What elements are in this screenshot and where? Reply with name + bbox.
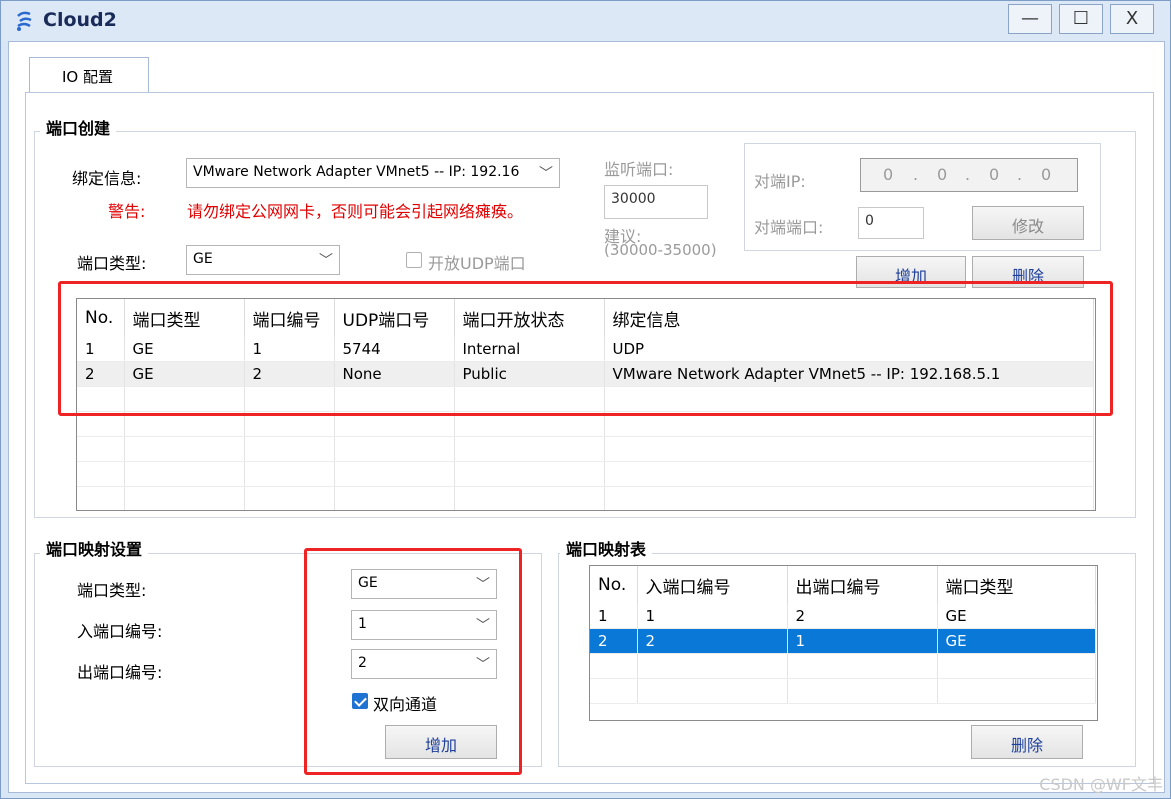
watermark: CSDN @WF文丰 [1039, 775, 1163, 794]
peer-ip-octet-4: 0 [1041, 165, 1052, 184]
highlight-box-port-table [58, 281, 1113, 416]
minimize-icon: — [1021, 8, 1039, 29]
peer-ip-input[interactable]: 0 . 0 . 0 . 0 [860, 158, 1078, 192]
listen-port-label: 监听端口: [604, 160, 674, 179]
mapping-port-type-label: 端口类型: [77, 581, 147, 600]
title-bar[interactable]: Cloud2 — ☐ X [1, 1, 1170, 41]
peer-ip-octet-2: 0 [937, 165, 948, 184]
empty-row [77, 436, 1094, 462]
warning-label: 警告: [108, 202, 146, 221]
port-creation-title: 端口创建 [40, 115, 117, 139]
window-title: Cloud2 [43, 9, 117, 31]
tab-io-config[interactable]: IO 配置 [29, 57, 149, 93]
close-button[interactable]: X [1110, 4, 1154, 34]
tab-panel: 端口创建 绑定信息: VMware Network Adapter VMnet5… [25, 92, 1154, 784]
tab-io-config-label: IO 配置 [62, 68, 113, 86]
modify-button[interactable]: 修改 [972, 206, 1084, 240]
bind-info-select[interactable]: VMware Network Adapter VMnet5 -- IP: 192… [186, 158, 560, 188]
cell: 2 [787, 604, 938, 629]
client-area: IO 配置 端口创建 绑定信息: VMware Network Adapter … [8, 41, 1165, 793]
peer-ip-label: 对端IP: [754, 172, 806, 191]
out-port-label: 出端口编号: [77, 663, 163, 682]
listen-port-input[interactable]: 30000 [604, 185, 708, 219]
delete-mapping-button[interactable]: 删除 [971, 725, 1083, 759]
peer-ip-dot: . [965, 165, 971, 184]
minimize-button[interactable]: — [1008, 4, 1052, 34]
cell: 2 [590, 628, 638, 654]
col-port-type[interactable]: 端口类型 [937, 566, 1096, 604]
delete-mapping-button-label: 删除 [1010, 736, 1043, 755]
port-type-select[interactable]: GE ﹀ [186, 245, 340, 275]
bind-info-label: 绑定信息: [72, 169, 142, 188]
maximize-button[interactable]: ☐ [1059, 4, 1103, 34]
suggest-range: (30000-35000) [604, 241, 717, 259]
cell: 1 [787, 628, 938, 654]
peer-ip-octet-3: 0 [989, 165, 1000, 184]
in-port-label: 入端口编号: [77, 622, 163, 641]
cloud-window: Cloud2 — ☐ X IO 配置 端口创建 绑定信息: VMware Net… [0, 0, 1171, 799]
mapping-settings-title: 端口映射设置 [40, 536, 149, 560]
chevron-down-icon: ﹀ [319, 253, 333, 269]
empty-row [77, 486, 1094, 510]
col-out-port[interactable]: 出端口编号 [787, 566, 938, 604]
open-udp-label: 开放UDP端口 [428, 254, 526, 273]
peer-port-label: 对端端口: [754, 218, 824, 237]
maximize-icon: ☐ [1072, 8, 1090, 29]
table-row[interactable]: 1 1 2 GE [590, 604, 1096, 629]
mapping-table-title: 端口映射表 [560, 536, 653, 560]
peer-ip-dot: . [1017, 165, 1023, 184]
port-type-label: 端口类型: [77, 254, 147, 273]
highlight-box-mapping-settings [304, 548, 522, 775]
cloud-app-icon [17, 11, 32, 31]
cell: 2 [637, 628, 788, 654]
bind-info-value: VMware Network Adapter VMnet5 -- IP: 192… [193, 164, 520, 180]
col-no[interactable]: No. [590, 566, 638, 604]
table-row-selected[interactable]: 2 2 1 GE [590, 628, 1096, 654]
peer-port-input[interactable]: 0 [858, 207, 924, 239]
empty-row [590, 678, 1096, 704]
peer-port-value: 0 [865, 213, 874, 229]
empty-row [77, 461, 1094, 487]
cell: 1 [637, 604, 788, 629]
close-icon: X [1125, 8, 1139, 29]
open-udp-checkbox[interactable] [406, 252, 422, 268]
mapping-table-header: No. 入端口编号 出端口编号 端口类型 [590, 566, 1096, 604]
cell: GE [937, 604, 1096, 629]
empty-row [590, 653, 1096, 679]
mapping-table: No. 入端口编号 出端口编号 端口类型 1 1 2 GE 2 2 1 GE [589, 565, 1098, 721]
listen-port-value: 30000 [611, 191, 656, 207]
peer-ip-octet-1: 0 [883, 165, 894, 184]
cell: 1 [590, 604, 638, 629]
warning-text: 请勿绑定公网网卡，否则可能会引起网络瘫痪。 [187, 202, 524, 221]
col-in-port[interactable]: 入端口编号 [637, 566, 788, 604]
cell: GE [937, 628, 1096, 654]
chevron-down-icon: ﹀ [539, 166, 553, 182]
peer-ip-dot: . [913, 165, 919, 184]
modify-button-label: 修改 [1011, 217, 1044, 236]
port-type-value: GE [193, 251, 213, 267]
